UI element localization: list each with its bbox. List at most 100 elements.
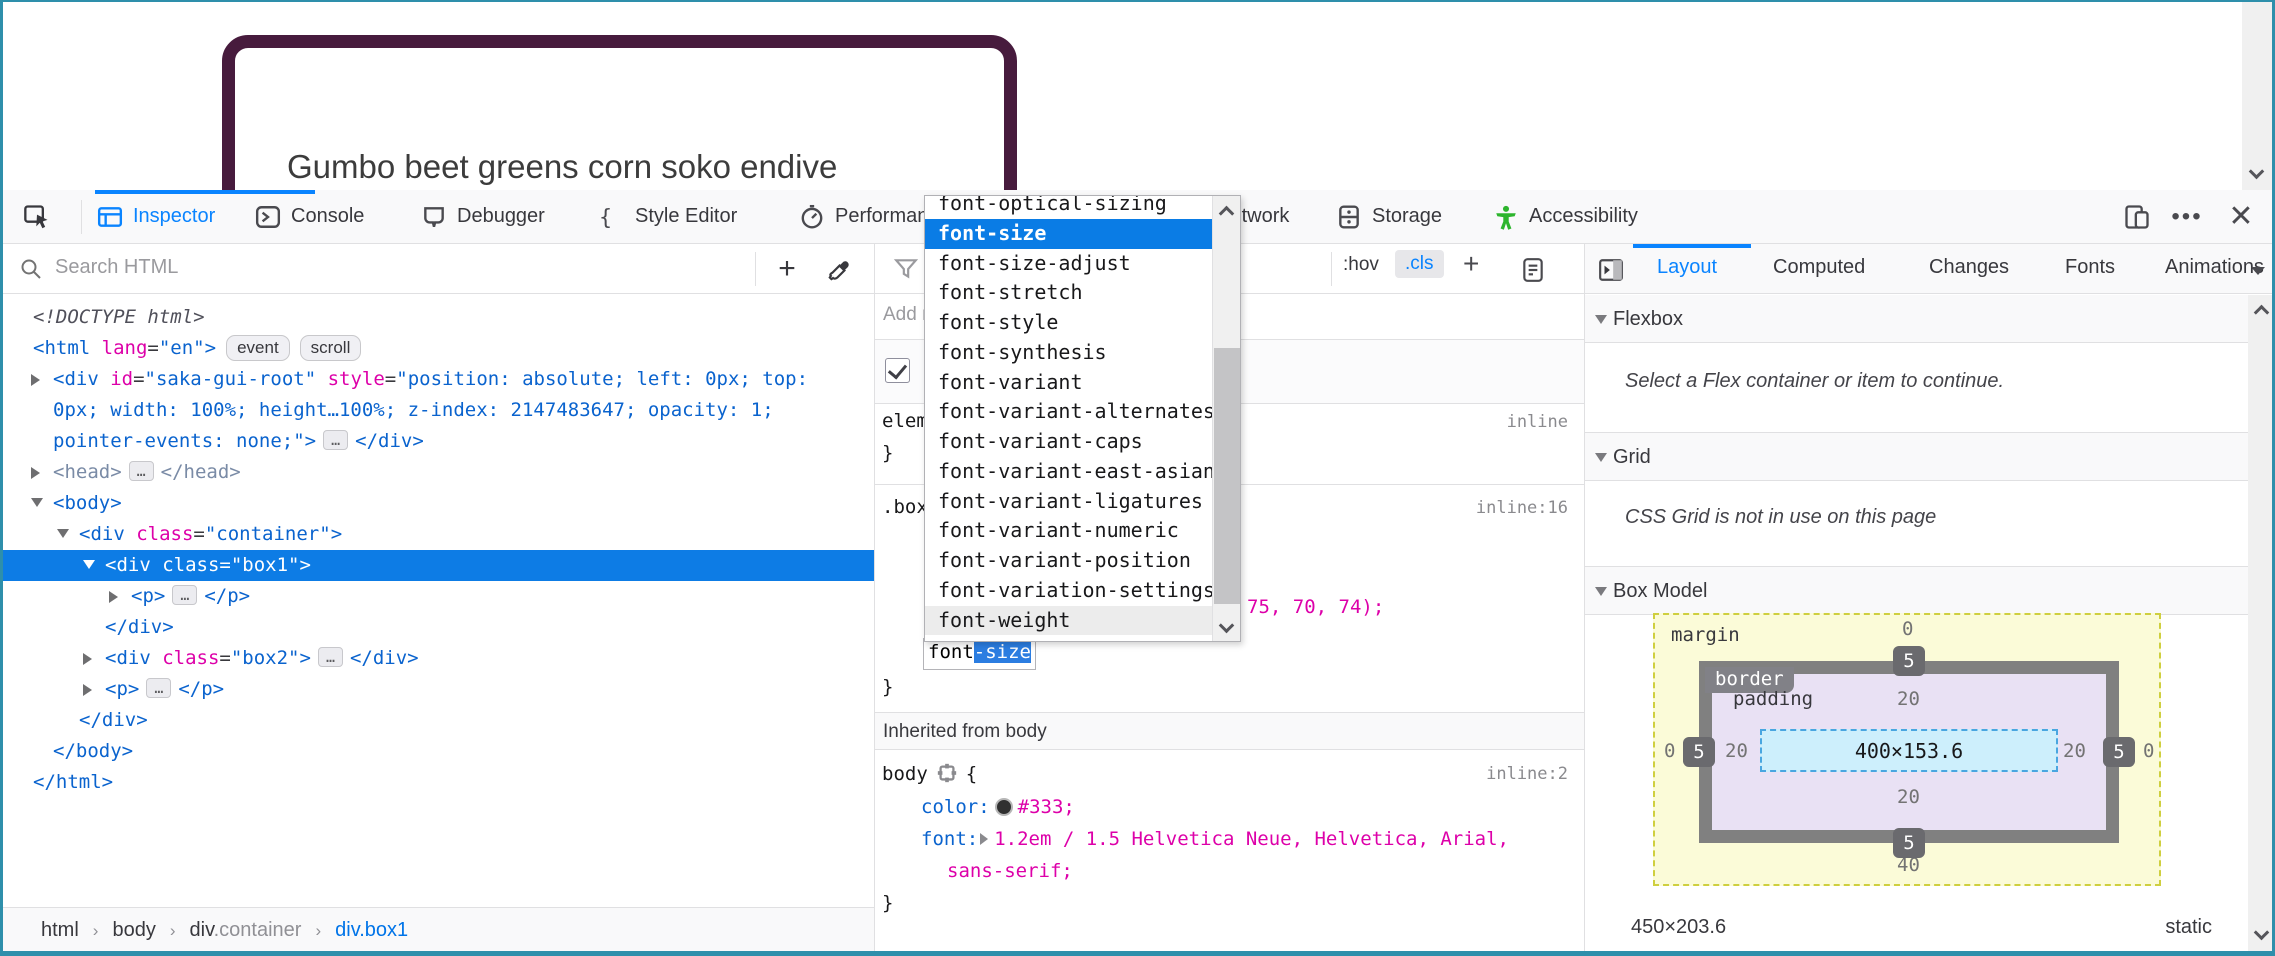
body-font-declaration[interactable]: font:1.2em / 1.5 Helvetica Neue, Helveti…: [921, 828, 1509, 850]
ellipsis-button[interactable]: …: [146, 678, 171, 698]
expand-value-icon[interactable]: [980, 833, 988, 845]
body-color-declaration[interactable]: color:#333;: [921, 796, 1075, 818]
autocomplete-item[interactable]: font-variant-alternates: [925, 397, 1213, 427]
collapse-arrow-icon[interactable]: [31, 498, 43, 507]
filter-styles-icon[interactable]: [893, 256, 919, 282]
markup-line[interactable]: </div>: [3, 612, 874, 643]
expand-arrow-icon[interactable]: [31, 374, 40, 386]
scroll-down-icon[interactable]: [2254, 925, 2270, 941]
tab-storage[interactable]: Storage: [1334, 190, 1442, 243]
grid-section-header[interactable]: Grid: [1585, 433, 2275, 481]
autocomplete-item[interactable]: font-style: [925, 308, 1213, 338]
add-rule-button[interactable]: +: [1463, 248, 1479, 280]
border-bottom-value[interactable]: 5: [1893, 828, 1925, 858]
class-checkbox[interactable]: [885, 358, 910, 383]
padding-bottom-value[interactable]: 20: [1897, 786, 1920, 808]
collapse-arrow-icon[interactable]: [57, 529, 69, 538]
markup-line[interactable]: <body>: [3, 488, 874, 519]
scroll-badge[interactable]: scroll: [300, 335, 362, 361]
markup-line[interactable]: <html lang="en">eventscroll: [3, 333, 874, 364]
autocomplete-item[interactable]: font-variant-east-asian: [925, 457, 1213, 487]
margin-left-value[interactable]: 0: [1664, 740, 1675, 762]
box1-rule-source-link[interactable]: inline:16: [1476, 498, 1568, 518]
expand-arrow-icon[interactable]: [83, 653, 92, 665]
ellipsis-button[interactable]: …: [172, 585, 197, 605]
class-panel-button[interactable]: .cls: [1395, 250, 1444, 278]
autocomplete-item[interactable]: font-size-adjust: [925, 249, 1213, 279]
autocomplete-item[interactable]: font-synthesis: [925, 338, 1213, 368]
page-scrollbar[interactable]: [2242, 2, 2272, 190]
autocomplete-item[interactable]: font-variant: [925, 368, 1213, 398]
autocomplete-item[interactable]: font-variant-caps: [925, 427, 1213, 457]
body-rule-source-link[interactable]: inline:2: [1486, 764, 1568, 784]
all-tabs-button[interactable]: [2245, 260, 2271, 282]
margin-top-value[interactable]: 0: [1902, 618, 1913, 640]
print-media-button[interactable]: [1515, 254, 1551, 286]
expand-arrow-icon[interactable]: [31, 467, 40, 479]
expand-arrow-icon[interactable]: [109, 591, 118, 603]
breadcrumb-item-div-box1[interactable]: div.box1: [335, 919, 408, 942]
scroll-up-icon[interactable]: [2254, 305, 2270, 321]
tab-accessibility[interactable]: Accessibility: [1491, 190, 1638, 243]
autocomplete-item[interactable]: font-variant-numeric: [925, 516, 1213, 546]
sidebar-tab-layout[interactable]: Layout: [1657, 256, 1717, 279]
markup-line[interactable]: <!DOCTYPE html>: [3, 302, 874, 333]
eyedropper-button[interactable]: [819, 252, 859, 290]
markup-line[interactable]: <div id="saka-gui-root" style="position:…: [3, 364, 874, 395]
color-swatch[interactable]: [995, 798, 1013, 816]
property-name-editor[interactable]: font-size: [923, 638, 1036, 670]
scroll-up-icon[interactable]: [1219, 206, 1235, 222]
close-devtools-button[interactable]: ✕: [2219, 196, 2263, 236]
markup-line[interactable]: <div class="box2">…</div>: [3, 643, 874, 674]
breadcrumb-item-html[interactable]: html: [41, 919, 79, 942]
scroll-down-icon[interactable]: [2249, 164, 2265, 180]
collapse-arrow-icon[interactable]: [83, 560, 95, 569]
autocomplete-item[interactable]: font-size: [925, 219, 1213, 249]
markup-line[interactable]: <p>…</p>: [3, 674, 874, 705]
markup-line[interactable]: </div>: [3, 705, 874, 736]
autocomplete-scrollbar[interactable]: [1212, 196, 1240, 641]
tab-style-editor[interactable]: { }Style Editor: [597, 190, 737, 243]
markup-line[interactable]: </html>: [3, 767, 874, 798]
padding-right-value[interactable]: 20: [2063, 740, 2086, 762]
pseudo-class-button[interactable]: :hov: [1343, 254, 1379, 276]
responsive-design-mode-button[interactable]: [2115, 198, 2159, 236]
border-left-value[interactable]: 5: [1683, 737, 1715, 767]
padding-left-value[interactable]: 20: [1725, 740, 1748, 762]
ellipsis-button[interactable]: …: [129, 461, 154, 481]
selector-highlighter-icon[interactable]: [936, 762, 958, 784]
add-node-button[interactable]: +: [767, 250, 807, 288]
border-top-value[interactable]: 5: [1893, 646, 1925, 676]
markup-line[interactable]: pointer-events: none;">…</div>: [3, 426, 874, 457]
breadcrumb-item-div[interactable]: div.container: [190, 919, 302, 942]
autocomplete-item[interactable]: font-optical-sizing: [925, 195, 1213, 219]
box-model-content-box[interactable]: 400×153.6: [1760, 729, 2058, 772]
tab-inspector[interactable]: Inspector: [95, 190, 215, 243]
markup-line[interactable]: <head>…</head>: [3, 457, 874, 488]
flexbox-section-header[interactable]: Flexbox: [1585, 295, 2275, 343]
sidebar-tab-changes[interactable]: Changes: [1929, 256, 2009, 279]
padding-top-value[interactable]: 20: [1897, 688, 1920, 710]
autocomplete-item[interactable]: font-weight: [925, 606, 1213, 636]
markup-line[interactable]: <p>…</p>: [3, 581, 874, 612]
tab-console[interactable]: Console: [253, 190, 364, 243]
sidebar-tab-computed[interactable]: Computed: [1773, 256, 1865, 279]
tab-debugger[interactable]: Debugger: [419, 190, 545, 243]
search-html-input[interactable]: Search HTML: [55, 256, 178, 279]
scroll-down-icon[interactable]: [1219, 618, 1235, 634]
sidebar-tab-fonts[interactable]: Fonts: [2065, 256, 2115, 279]
breadcrumb-item-body[interactable]: body: [112, 919, 155, 942]
scrollbar-thumb[interactable]: [1214, 348, 1240, 604]
expand-arrow-icon[interactable]: [83, 684, 92, 696]
autocomplete-item[interactable]: font-variation-settings: [925, 576, 1213, 606]
autocomplete-item[interactable]: font-stretch: [925, 278, 1213, 308]
event-badge[interactable]: event: [226, 335, 290, 361]
border-right-value[interactable]: 5: [2103, 737, 2135, 767]
markup-line[interactable]: <div class="container">: [3, 519, 874, 550]
autocomplete-item[interactable]: font-variant-position: [925, 546, 1213, 576]
margin-right-value[interactable]: 0: [2143, 740, 2154, 762]
markup-line[interactable]: 0px; width: 100%; height…100%; z-index: …: [3, 395, 874, 426]
layout-panel-scrollbar[interactable]: [2248, 295, 2275, 953]
body-rule-selector[interactable]: body{: [882, 762, 977, 785]
element-rule-source-link[interactable]: inline: [1507, 412, 1568, 432]
